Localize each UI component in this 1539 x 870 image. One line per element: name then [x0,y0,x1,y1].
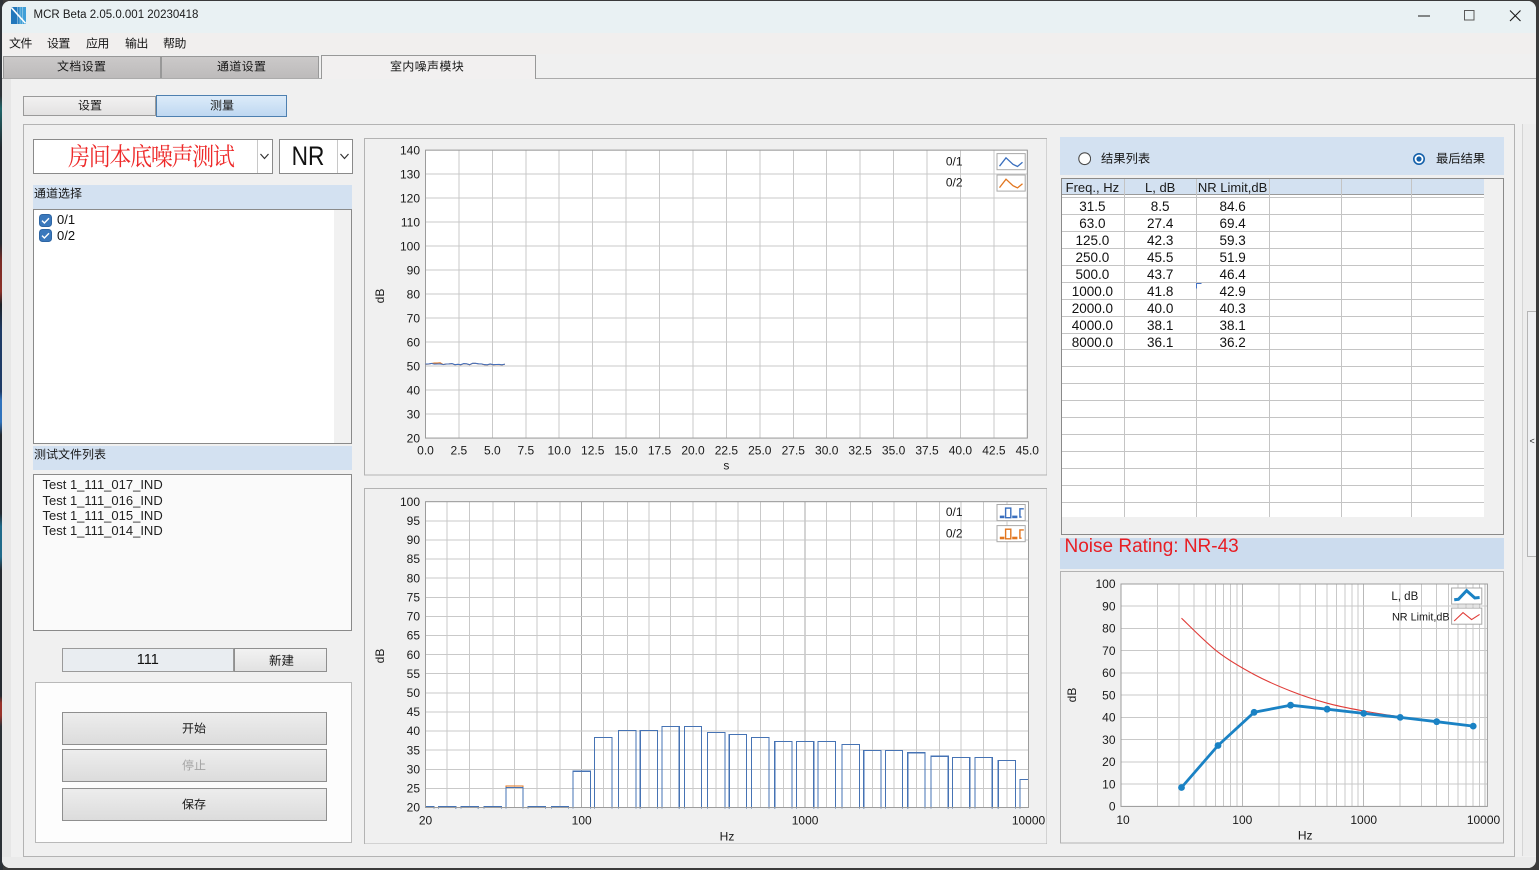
svg-text:0/1: 0/1 [945,505,962,519]
svg-text:10: 10 [1116,814,1130,828]
svg-text:55: 55 [406,667,420,681]
svg-text:0/2: 0/2 [945,176,962,190]
svg-text:140: 140 [399,143,419,157]
svg-text:50: 50 [1102,689,1116,703]
svg-text:50: 50 [406,359,420,373]
svg-text:10000: 10000 [1011,813,1045,827]
svg-text:65: 65 [406,628,420,642]
svg-text:17.5: 17.5 [647,444,671,458]
svg-text:120: 120 [399,191,419,205]
svg-text:90: 90 [406,533,420,547]
svg-text:42.5: 42.5 [982,444,1006,458]
svg-text:70: 70 [1102,644,1116,658]
svg-text:1000: 1000 [791,813,818,827]
svg-text:50: 50 [406,686,420,700]
svg-text:0/1: 0/1 [945,154,962,168]
svg-text:95: 95 [406,514,420,528]
svg-text:15.0: 15.0 [614,444,638,458]
svg-text:40: 40 [1102,711,1116,725]
svg-text:60: 60 [406,648,420,662]
svg-text:60: 60 [406,335,420,349]
svg-text:60: 60 [1102,667,1116,681]
svg-text:22.5: 22.5 [714,444,738,458]
svg-text:40: 40 [406,383,420,397]
svg-text:0.0: 0.0 [417,444,434,458]
svg-text:75: 75 [406,590,420,604]
svg-text:20: 20 [1102,755,1116,769]
svg-text:45: 45 [406,705,420,719]
svg-text:100: 100 [399,495,419,509]
svg-text:0: 0 [1108,800,1115,814]
svg-text:100: 100 [1232,814,1252,828]
svg-text:20.0: 20.0 [681,444,705,458]
svg-text:10: 10 [1102,778,1116,792]
svg-text:130: 130 [399,167,419,181]
svg-text:12.5: 12.5 [581,444,605,458]
svg-text:10000: 10000 [1466,814,1500,828]
svg-text:25.0: 25.0 [748,444,772,458]
svg-text:80: 80 [406,571,420,585]
svg-text:20: 20 [418,813,432,827]
svg-text:30: 30 [406,762,420,776]
svg-text:100: 100 [1095,578,1115,592]
svg-text:90: 90 [1102,600,1116,614]
svg-text:40.0: 40.0 [948,444,972,458]
svg-text:32.5: 32.5 [848,444,872,458]
svg-text:Hz: Hz [719,829,734,843]
svg-text:20: 20 [406,800,420,814]
svg-text:dB: dB [373,289,387,304]
svg-text:40: 40 [406,724,420,738]
svg-text:35.0: 35.0 [881,444,905,458]
svg-text:27.5: 27.5 [781,444,805,458]
svg-text:30.0: 30.0 [815,444,839,458]
svg-text:90: 90 [406,263,420,277]
svg-text:1000: 1000 [1350,814,1377,828]
svg-text:0/2: 0/2 [945,526,962,540]
svg-text:37.5: 37.5 [915,444,939,458]
svg-text:dB: dB [373,648,387,663]
svg-text:10.0: 10.0 [547,444,571,458]
svg-text:Hz: Hz [1297,829,1312,843]
svg-text:110: 110 [400,215,419,229]
svg-text:80: 80 [1102,622,1116,636]
svg-text:85: 85 [406,552,420,566]
svg-text:25: 25 [406,781,420,795]
svg-text:dB: dB [1065,688,1079,703]
svg-text:35: 35 [406,743,420,757]
svg-text:5.0: 5.0 [484,444,501,458]
svg-text:80: 80 [406,287,420,301]
svg-text:30: 30 [406,407,420,421]
svg-text:2.5: 2.5 [450,444,467,458]
svg-text:7.5: 7.5 [517,444,534,458]
svg-text:45.0: 45.0 [1015,444,1039,458]
svg-text:100: 100 [571,813,591,827]
svg-text:NR Limit,dB: NR Limit,dB [1392,612,1450,624]
svg-text:70: 70 [406,311,420,325]
svg-text:100: 100 [399,239,419,253]
svg-text:30: 30 [1102,733,1116,747]
svg-text:s: s [723,459,729,473]
svg-text:L, dB: L, dB [1391,592,1418,604]
svg-text:70: 70 [406,609,420,623]
